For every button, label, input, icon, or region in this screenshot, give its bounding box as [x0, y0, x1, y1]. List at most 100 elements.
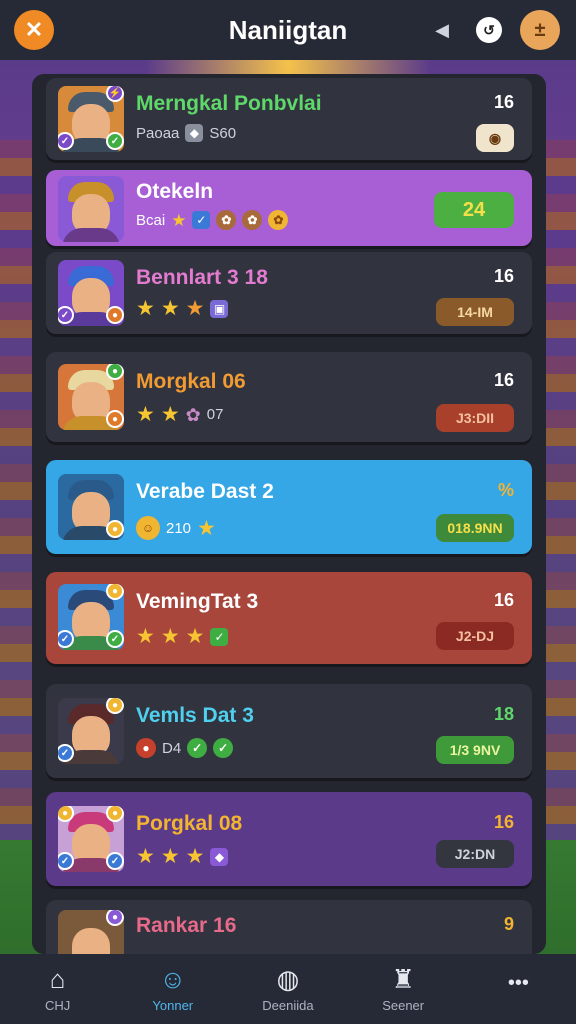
- player-name: Vemls Dat 3: [136, 704, 254, 727]
- coin-badge-icon: ●: [106, 520, 124, 538]
- time-pill: 14-IM: [436, 298, 514, 326]
- star-icon: ★: [160, 297, 180, 320]
- player-stats: ☺ 210 ★: [136, 516, 216, 540]
- player-avatar: ⚡ ✓ ✓: [58, 86, 124, 152]
- star-icon: ★: [136, 845, 155, 868]
- leaderboard-row[interactable]: ⚡ ✓ ✓ Merngkal Ponbvlai Paoaa ◆ S60 16 ◉: [46, 78, 532, 160]
- more-icon: •••: [507, 972, 529, 994]
- profile-icon: ☺: [159, 963, 187, 994]
- nav-item-home[interactable]: ⌂ CHJ: [8, 966, 108, 1013]
- medal-icon: ✿: [268, 210, 289, 230]
- check-icon: ✓: [213, 738, 234, 758]
- nav-label: CHJ: [44, 997, 71, 1013]
- star-icon: ★: [185, 845, 205, 868]
- player-score: 16: [493, 590, 514, 610]
- leaderboard-row[interactable]: ● ✓ ✓ VemingTat 3 ★ ★ ★ ✓ 16 J2-DJ: [46, 572, 532, 664]
- leaderboard-row[interactable]: ● ● ✓ ✓ Porgkal 08 ★ ★ ★ ◆ 16 J2:DN: [46, 792, 532, 886]
- nav-label: Deeniida: [262, 997, 314, 1013]
- rank-badge-icon: ●: [106, 698, 124, 714]
- star-icon: ★: [136, 625, 155, 648]
- rank-badge-icon: ●: [106, 806, 124, 822]
- player-score: 16: [493, 812, 514, 832]
- friends-icon: ◍: [276, 963, 300, 994]
- player-stats: Bcai ★ ✓ ✿ ✿ ✿: [136, 210, 289, 230]
- nav-item-seener[interactable]: ♜ Seener: [353, 966, 453, 1013]
- star-icon: ★: [197, 516, 216, 540]
- stat-value: S60: [209, 124, 237, 142]
- player-name: Bennlart 3 18: [136, 266, 268, 289]
- star-icon: ★: [136, 403, 155, 426]
- star-icon: ★: [136, 297, 155, 320]
- leaderboard-row[interactable]: ✓ ● Bennlart 3 18 ★ ★ ★ ▣ 16 14-IM: [46, 252, 532, 334]
- check-icon: ✓: [187, 738, 208, 758]
- time-pill: J2-DJ: [436, 622, 514, 650]
- star-icon: ★: [160, 403, 180, 426]
- rank-badge-icon: ⚡: [106, 86, 124, 102]
- leaderboard-panel: ⚡ ✓ ✓ Merngkal Ponbvlai Paoaa ◆ S60 16 ◉…: [32, 74, 546, 954]
- refresh-icon: ↺: [483, 21, 495, 38]
- player-name: Otekeln: [136, 180, 214, 203]
- player-stats: ● D4 ✓ ✓: [136, 738, 234, 758]
- close-button[interactable]: ✕: [14, 10, 54, 50]
- star-icon: ★: [185, 297, 205, 320]
- player-stats: ★ ★ ★ ◆: [136, 845, 229, 868]
- stat-label: Paoaa: [136, 124, 180, 142]
- speaker-icon: ◀: [435, 19, 449, 40]
- star-icon: ★: [160, 625, 180, 648]
- star-icon: ★: [185, 625, 205, 648]
- refresh-button[interactable]: ↺: [476, 17, 502, 43]
- stat-value: D4: [162, 739, 182, 757]
- stat-value: 07: [206, 406, 224, 423]
- options-button[interactable]: ±: [520, 10, 560, 50]
- ball-icon: ●: [136, 738, 156, 758]
- gem-icon: ◆: [185, 124, 204, 142]
- home-icon: ⌂: [49, 963, 66, 994]
- top-bar: ✕ Naniigtan ◀ ↺ ±: [0, 0, 576, 60]
- check-badge-icon: ✓: [106, 132, 124, 150]
- time-pill: J2:DN: [436, 840, 514, 868]
- sound-button[interactable]: ◀: [428, 16, 456, 44]
- nav-item-deeniida[interactable]: ◍ Deeniida: [238, 966, 338, 1013]
- plus-minus-icon: ±: [534, 18, 546, 41]
- shield-icon: ✓: [192, 211, 211, 229]
- time-pill: 1/3 9NV: [436, 736, 514, 764]
- player-stats: ★ ★ ★ ▣: [136, 297, 229, 320]
- medal-icon: ✿: [242, 210, 263, 230]
- box-icon: ▣: [210, 299, 229, 318]
- coin-badge-icon: ●: [106, 306, 124, 324]
- leaderboard-row[interactable]: ● Verabe Dast 2 ☺ 210 ★ % 018.9NN: [46, 460, 532, 554]
- nav-item-more[interactable]: •••: [468, 973, 568, 1005]
- player-name: Merngkal Ponbvlai: [136, 92, 322, 115]
- player-avatar: ✓ ●: [58, 260, 124, 326]
- leaderboard-row[interactable]: ● ✓ Vemls Dat 3 ● D4 ✓ ✓ 18 1/3 9NV: [46, 684, 532, 778]
- player-avatar: ● ● ✓ ✓: [58, 806, 124, 872]
- player-stats: Paoaa ◆ S60: [136, 124, 236, 142]
- clan-icon: ♜: [391, 963, 415, 994]
- rank-badge-icon: ●: [106, 364, 124, 380]
- time-pill: 018.9NN: [436, 514, 514, 542]
- player-avatar: ●: [58, 474, 124, 540]
- player-score: 16: [493, 370, 514, 390]
- medal-icon: ✿: [216, 210, 237, 230]
- leaderboard-row[interactable]: ● ● Morgkal 06 ★ ★ ✿ 07 16 J3:DII: [46, 352, 532, 442]
- player-score: %: [497, 480, 514, 500]
- leaderboard-row[interactable]: Otekeln Bcai ★ ✓ ✿ ✿ ✿ 24: [46, 170, 532, 246]
- rank-badge-icon: ●: [106, 910, 124, 926]
- nav-label: Seener: [382, 997, 425, 1013]
- coin-badge-icon: ●: [106, 410, 124, 428]
- nav-item-yonner[interactable]: ☺ Yonner: [123, 966, 223, 1013]
- flower-icon: ✿: [185, 404, 201, 425]
- nav-label: Yonner: [152, 997, 194, 1013]
- player-score: 9: [503, 914, 514, 934]
- shield-badge-icon: ✓: [106, 852, 124, 870]
- star-icon: ★: [160, 845, 180, 868]
- gem-icon: ◆: [210, 847, 229, 866]
- player-name: VemingTat 3: [136, 590, 259, 613]
- toggle-icon[interactable]: ◉: [476, 124, 514, 152]
- check-icon: ✓: [210, 627, 229, 646]
- player-avatar: ● ●: [58, 364, 124, 430]
- leaderboard-row[interactable]: ● Rankar 16 9: [46, 900, 532, 954]
- player-score: 16: [493, 92, 514, 112]
- check-badge-icon: ✓: [106, 630, 124, 648]
- smile-coin-icon: ☺: [136, 516, 160, 540]
